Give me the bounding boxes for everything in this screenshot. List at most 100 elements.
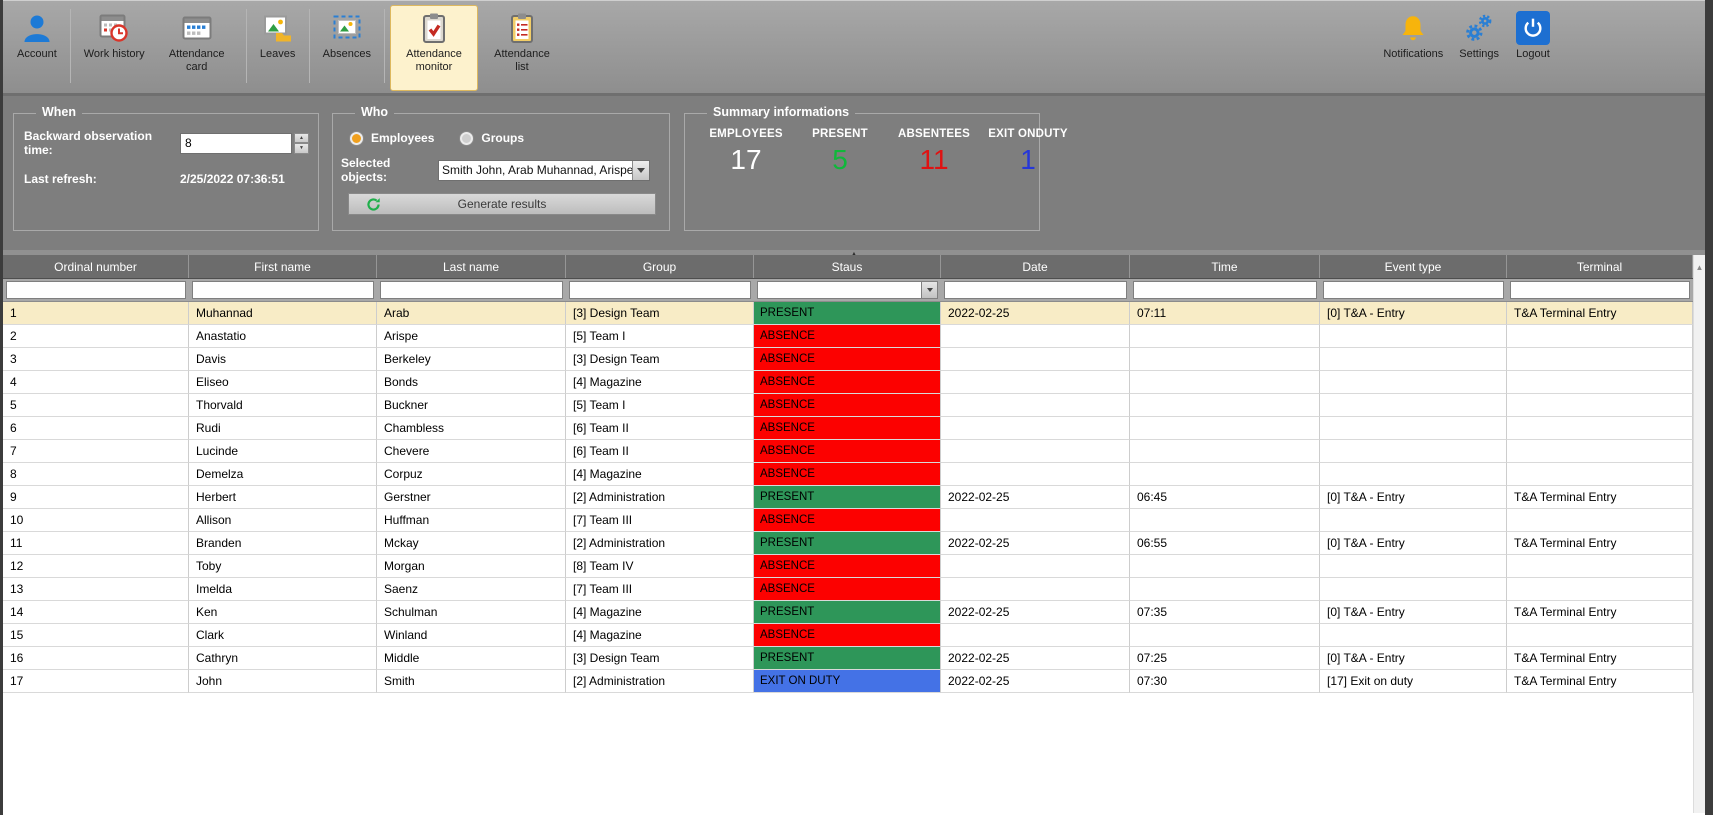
cell-ordinal: 9 [3,486,189,509]
table-row[interactable]: 11BrandenMckay[2] AdministrationPRESENT2… [3,532,1693,555]
cell-date [941,417,1130,440]
filter-input-group[interactable] [569,281,751,299]
refresh-icon [366,197,381,218]
backward-observation-input[interactable] [180,133,292,154]
backward-observation-label: Backward observation time: [24,129,180,157]
account-button[interactable]: Account [9,5,65,91]
table-row[interactable]: 3DavisBerkeley[3] Design TeamABSENCE [3,348,1693,371]
selected-objects-label: Selected objects: [341,156,438,184]
table-row[interactable]: 10AllisonHuffman[7] Team IIIABSENCE [3,509,1693,532]
absences-button[interactable]: Absences [315,5,379,91]
who-title: Who [355,105,394,119]
cell-ordinal: 4 [3,371,189,394]
groups-radio[interactable] [460,132,473,145]
cell-first: Ken [189,601,377,624]
settings-button[interactable]: Settings [1451,5,1507,91]
table-row[interactable]: 2AnastatioArispe[5] Team IABSENCE [3,325,1693,348]
table-row[interactable]: 13ImeldaSaenz[7] Team IIIABSENCE [3,578,1693,601]
attendance-monitor-button[interactable]: Attendance monitor [390,5,478,91]
filter-input-last-name[interactable] [380,281,563,299]
status-filter-dropdown-button[interactable] [922,281,938,299]
filter-input-terminal[interactable] [1510,281,1690,299]
stat-value: 17 [730,144,761,176]
cell-time: 07:25 [1130,647,1320,670]
employees-radio-label[interactable]: Employees [371,131,434,145]
scroll-up-icon[interactable]: ▲ [1696,263,1704,272]
bell-icon [1396,11,1430,45]
cell-date: 2022-02-25 [941,670,1130,693]
column-header-first-name[interactable]: First name [189,255,377,278]
attendance-monitor-window: Account Work history Attendance card [3,0,1705,815]
backward-observation-spinner[interactable]: ▲ ▼ [294,133,309,154]
cell-ordinal: 2 [3,325,189,348]
stat-label: PRESENT [812,128,868,140]
cell-time [1130,463,1320,486]
cell-terminal [1507,325,1693,348]
table-row[interactable]: 14KenSchulman[4] MagazinePRESENT2022-02-… [3,601,1693,624]
attendance-list-button[interactable]: Attendance list [478,5,566,91]
column-header-event-type[interactable]: Event type [1320,255,1507,278]
spinner-up-icon[interactable]: ▲ [294,133,309,144]
column-header-staus[interactable]: Staus [754,255,941,278]
column-header-date[interactable]: Date [941,255,1130,278]
table-row[interactable]: 16CathrynMiddle[3] Design TeamPRESENT202… [3,647,1693,670]
filter-input-time[interactable] [1133,281,1317,299]
account-label: Account [17,48,57,61]
cell-event: [0] T&A - Entry [1320,486,1507,509]
ribbon-separator [384,9,385,83]
cell-group: [6] Team II [566,440,754,463]
cell-terminal [1507,578,1693,601]
cell-event [1320,509,1507,532]
selected-objects-combobox[interactable]: Smith John, Arab Muhannad, Arispe An [438,160,650,181]
combobox-dropdown-button[interactable] [632,161,649,180]
filter-input-staus[interactable] [757,281,922,299]
generate-results-button[interactable]: Generate results [348,193,656,215]
column-header-terminal[interactable]: Terminal [1507,255,1693,278]
cell-group: [2] Administration [566,670,754,693]
attendance-card-button[interactable]: Attendance card [153,5,241,91]
cell-terminal: T&A Terminal Entry [1507,647,1693,670]
column-header-group[interactable]: Group [566,255,754,278]
spinner-down-icon[interactable]: ▼ [294,143,309,154]
cell-date [941,440,1130,463]
status-cell: PRESENT [754,601,941,624]
table-row[interactable]: 7LucindeChevere[6] Team IIABSENCE [3,440,1693,463]
status-cell: ABSENCE [754,624,941,647]
cell-time: 07:35 [1130,601,1320,624]
cell-ordinal: 12 [3,555,189,578]
cell-terminal [1507,371,1693,394]
attendance-list-label: Attendance list [486,48,558,74]
ribbon-separator [246,9,247,83]
column-header-time[interactable]: Time [1130,255,1320,278]
leaves-button[interactable]: Leaves [252,5,304,91]
table-row[interactable]: 15ClarkWinland[4] MagazineABSENCE [3,624,1693,647]
cell-last: Winland [377,624,566,647]
table-row[interactable]: 1MuhannadArab[3] Design TeamPRESENT2022-… [3,302,1693,325]
filter-input-date[interactable] [944,281,1127,299]
cell-date [941,509,1130,532]
filter-input-first-name[interactable] [192,281,374,299]
notifications-button[interactable]: Notifications [1375,5,1451,91]
table-row[interactable]: 4EliseoBonds[4] MagazineABSENCE [3,371,1693,394]
employees-radio[interactable] [350,132,363,145]
table-row[interactable]: 6RudiChambless[6] Team IIABSENCE [3,417,1693,440]
filter-input-ordinal-number[interactable] [6,281,186,299]
table-row[interactable]: 5ThorvaldBuckner[5] Team IABSENCE [3,394,1693,417]
column-header-ordinal-number[interactable]: Ordinal number [3,255,189,278]
logout-button[interactable]: Logout [1507,5,1559,91]
groups-radio-label[interactable]: Groups [481,131,524,145]
table-row[interactable]: 8DemelzaCorpuz[4] MagazineABSENCE [3,463,1693,486]
cell-last: Corpuz [377,463,566,486]
column-header-last-name[interactable]: Last name [377,255,566,278]
stat-value: 1 [1020,144,1036,176]
work-history-button[interactable]: Work history [76,5,153,91]
vertical-scrollbar[interactable]: ▲ [1693,255,1705,813]
table-row[interactable]: 12TobyMorgan[8] Team IVABSENCE [3,555,1693,578]
summary-stat: EMPLOYEES 17 [716,128,776,176]
filter-cell-staus [754,279,941,301]
summary-stat: ABSENTEES 11 [904,128,964,176]
status-cell: PRESENT [754,532,941,555]
table-row[interactable]: 17JohnSmith[2] AdministrationEXIT ON DUT… [3,670,1693,693]
filter-input-event-type[interactable] [1323,281,1504,299]
table-row[interactable]: 9HerbertGerstner[2] AdministrationPRESEN… [3,486,1693,509]
